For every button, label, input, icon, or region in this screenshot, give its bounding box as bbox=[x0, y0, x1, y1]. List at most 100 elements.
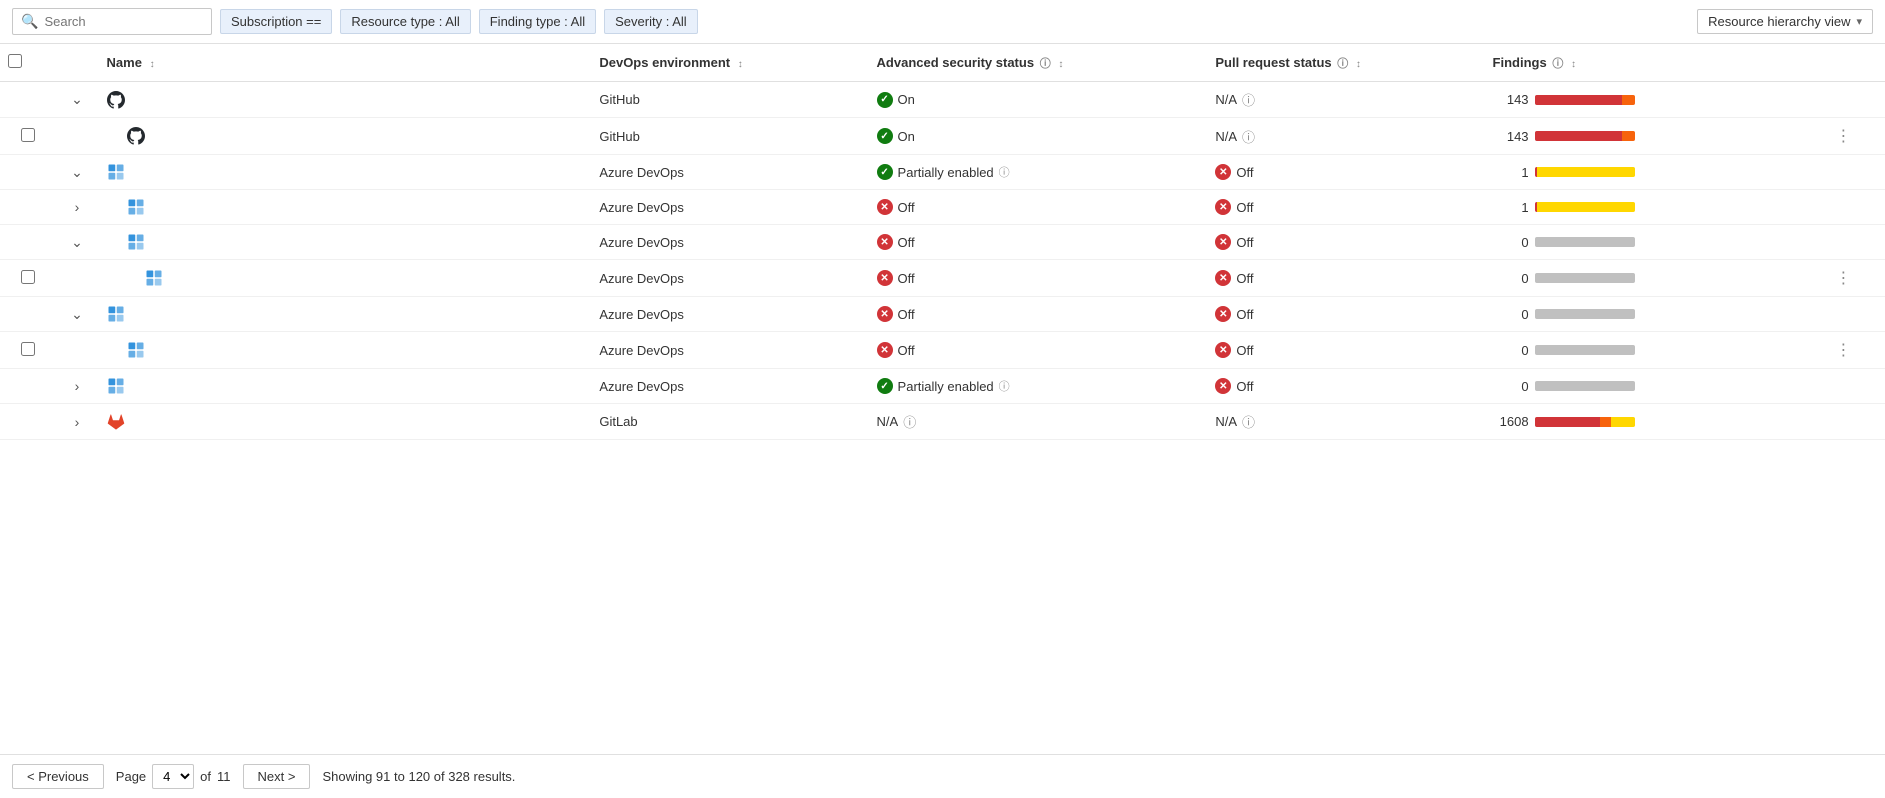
name-sort-icon[interactable]: ↕ bbox=[150, 59, 155, 70]
finding-type-filter[interactable]: Finding type : All bbox=[479, 9, 596, 34]
next-button[interactable]: Next > bbox=[243, 764, 311, 789]
collapse-icon[interactable] bbox=[71, 164, 83, 180]
th-security-label: Advanced security status bbox=[877, 55, 1035, 70]
security-label: On bbox=[898, 92, 915, 107]
findings-number: 1608 bbox=[1493, 414, 1529, 429]
resource-type-filter[interactable]: Resource type : All bbox=[340, 9, 470, 34]
status-dot-red bbox=[877, 306, 893, 322]
row-security-cell: On bbox=[869, 82, 1208, 118]
collapse-icon[interactable] bbox=[71, 91, 83, 107]
security-status: Partially enabledⓘ bbox=[877, 164, 1200, 180]
row-expand-cell[interactable] bbox=[55, 190, 98, 225]
search-input[interactable] bbox=[44, 14, 203, 29]
row-pr-cell: N/Aⓘ bbox=[1207, 82, 1484, 118]
row-findings-cell: 143 bbox=[1485, 82, 1824, 118]
row-devops-label: Azure DevOps bbox=[599, 165, 684, 180]
na-info: ⓘ bbox=[1242, 127, 1255, 146]
more-options-icon[interactable]: ⋮ bbox=[1831, 128, 1855, 145]
expand-icon[interactable] bbox=[75, 199, 80, 215]
subscription-filter[interactable]: Subscription == bbox=[220, 9, 332, 34]
row-actions-cell[interactable]: ⋮ bbox=[1823, 118, 1885, 155]
row-actions-cell[interactable]: ⋮ bbox=[1823, 260, 1885, 297]
row-devops-cell: Azure DevOps bbox=[591, 260, 868, 297]
status-dot-green bbox=[877, 378, 893, 394]
th-findings[interactable]: Findings ⓘ ↕ bbox=[1485, 44, 1824, 82]
row-checkbox-cell[interactable] bbox=[0, 118, 55, 155]
row-expand-cell[interactable] bbox=[55, 332, 98, 369]
more-options-icon[interactable]: ⋮ bbox=[1831, 270, 1855, 287]
row-expand-cell[interactable] bbox=[55, 369, 98, 404]
more-options-icon[interactable]: ⋮ bbox=[1831, 342, 1855, 359]
row-checkbox[interactable] bbox=[21, 128, 35, 142]
pr-info-icon[interactable]: ⓘ bbox=[1337, 58, 1348, 70]
expand-icon[interactable] bbox=[75, 378, 80, 394]
table-row: GitHub On N/Aⓘ 143 bbox=[0, 82, 1885, 118]
row-checkbox-cell[interactable] bbox=[0, 260, 55, 297]
row-checkbox-cell bbox=[0, 404, 55, 440]
row-findings-cell: 0 bbox=[1485, 260, 1824, 297]
row-devops-cell: Azure DevOps bbox=[591, 190, 868, 225]
hierarchy-view-button[interactable]: Resource hierarchy view ▾ bbox=[1697, 9, 1873, 34]
table-row: Azure DevOps Off Off 0 ⋮ bbox=[0, 332, 1885, 369]
row-actions-cell[interactable]: ⋮ bbox=[1823, 332, 1885, 369]
page-select-dropdown[interactable]: 4 bbox=[152, 764, 194, 789]
row-expand-cell[interactable] bbox=[55, 225, 98, 260]
status-dot-red bbox=[877, 270, 893, 286]
th-expand bbox=[55, 44, 98, 82]
total-pages: 11 bbox=[217, 769, 231, 784]
row-devops-cell: Azure DevOps bbox=[591, 369, 868, 404]
search-box[interactable]: 🔍 bbox=[12, 8, 212, 35]
row-expand-cell[interactable] bbox=[55, 260, 98, 297]
row-expand-cell[interactable] bbox=[55, 155, 98, 190]
row-expand-cell[interactable] bbox=[55, 297, 98, 332]
row-checkbox[interactable] bbox=[21, 270, 35, 284]
previous-button[interactable]: < Previous bbox=[12, 764, 104, 789]
th-security[interactable]: Advanced security status ⓘ ↕ bbox=[869, 44, 1208, 82]
expand-icon[interactable] bbox=[75, 414, 80, 430]
pr-sort-icon[interactable]: ↕ bbox=[1356, 59, 1361, 70]
row-security-cell: Off bbox=[869, 260, 1208, 297]
row-security-cell: Off bbox=[869, 225, 1208, 260]
security-label: Off bbox=[898, 271, 915, 286]
table-row: Azure DevOps Partially enabledⓘ Off 1 bbox=[0, 155, 1885, 190]
th-name[interactable]: Name ↕ bbox=[99, 44, 592, 82]
row-devops-label: Azure DevOps bbox=[599, 200, 684, 215]
findings-info-icon[interactable]: ⓘ bbox=[1552, 58, 1563, 70]
th-pr[interactable]: Pull request status ⓘ ↕ bbox=[1207, 44, 1484, 82]
devops-sort-icon[interactable]: ↕ bbox=[738, 59, 743, 70]
findings-bar bbox=[1535, 95, 1635, 105]
row-expand-cell[interactable] bbox=[55, 404, 98, 440]
row-devops-cell: Azure DevOps bbox=[591, 332, 868, 369]
collapse-icon[interactable] bbox=[71, 306, 83, 322]
row-expand-cell[interactable] bbox=[55, 118, 98, 155]
th-select-all[interactable] bbox=[0, 44, 55, 82]
pr-label: Off bbox=[1236, 379, 1253, 394]
row-icon bbox=[127, 233, 145, 251]
row-security-cell: Off bbox=[869, 332, 1208, 369]
security-info-icon[interactable]: ⓘ bbox=[1040, 58, 1051, 70]
row-checkbox-cell[interactable] bbox=[0, 332, 55, 369]
findings-bar-empty bbox=[1535, 381, 1635, 391]
status-dot-red bbox=[1215, 164, 1231, 180]
pr-label: Off bbox=[1236, 343, 1253, 358]
th-devops[interactable]: DevOps environment ↕ bbox=[591, 44, 868, 82]
status-dot-green bbox=[877, 164, 893, 180]
row-findings-cell: 143 bbox=[1485, 118, 1824, 155]
table-row: Azure DevOps Off Off 0 bbox=[0, 225, 1885, 260]
collapse-icon[interactable] bbox=[71, 234, 83, 250]
findings-sort-icon[interactable]: ↕ bbox=[1571, 59, 1576, 70]
row-devops-cell: GitLab bbox=[591, 404, 868, 440]
row-checkbox-cell bbox=[0, 155, 55, 190]
select-all-checkbox[interactable] bbox=[8, 54, 22, 68]
security-sort-icon[interactable]: ↕ bbox=[1058, 59, 1063, 70]
row-checkbox[interactable] bbox=[21, 342, 35, 356]
row-icon bbox=[107, 91, 125, 109]
security-status: Off bbox=[877, 199, 1200, 215]
findings-number: 0 bbox=[1493, 379, 1529, 394]
status-dot-red bbox=[1215, 199, 1231, 215]
security-status: Off bbox=[877, 342, 1200, 358]
severity-filter[interactable]: Severity : All bbox=[604, 9, 698, 34]
row-expand-cell[interactable] bbox=[55, 82, 98, 118]
row-devops-label: GitLab bbox=[599, 414, 637, 429]
th-pr-label: Pull request status bbox=[1215, 55, 1331, 70]
